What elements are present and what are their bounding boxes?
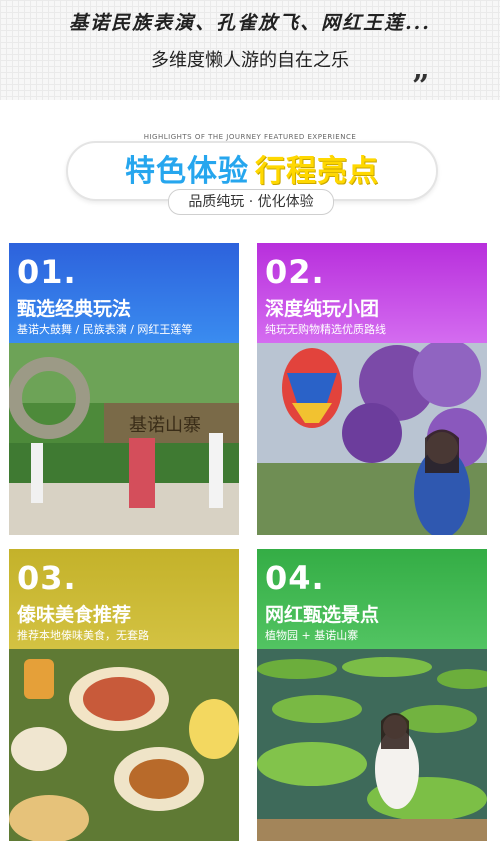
feature-card-4[interactable]: 04. 网红甄选景点 植物园 + 基诺山寨 [257,549,487,841]
quote-icon: ” [412,69,430,104]
card-desc: 基诺大鼓舞 / 民族表演 / 网红王莲等 [17,323,193,336]
card-photo-flowers [257,343,487,535]
headline: 基诺民族表演、孔雀放飞、网红王莲... [69,12,431,34]
card-title: 傣味美食推荐 [17,604,132,626]
feature-card-3[interactable]: 03. 傣味美食推荐 推荐本地傣味美食，无套路 [9,549,239,841]
village-sign-text: 基诺山寨 [129,415,201,436]
card-photo-lotus [257,649,487,841]
card-number: 03. [17,559,77,597]
banner-caption: HIGHLIGHTS OF THE JOURNEY FEATURED EXPER… [143,133,357,141]
card-number: 04. [265,559,325,597]
card-photo-food [9,649,239,841]
card-number: 01. [17,253,77,291]
feature-card-1[interactable]: 基诺山寨 01. 甄选经典玩法 基诺大鼓舞 / 民族表演 / 网红王莲等 [9,243,239,535]
banner-title: 特色体验 行程亮点 [66,146,438,190]
banner-title-part1: 特色体验 [125,154,249,189]
banner-subtitle: 品质纯玩 · 优化体验 [168,189,334,215]
feature-card-2[interactable]: 02. 深度纯玩小团 纯玩无购物精选优质路线 [257,243,487,535]
card-title: 甄选经典玩法 [17,298,132,320]
card-title: 深度纯玩小团 [265,298,380,320]
card-desc: 推荐本地傣味美食，无套路 [17,629,149,642]
card-desc: 纯玩无购物精选优质路线 [265,323,386,336]
banner-title-part2: 行程亮点 [255,154,379,189]
card-number: 02. [265,253,325,291]
card-desc: 植物园 + 基诺山寨 [265,629,359,642]
card-title: 网红甄选景点 [265,604,380,626]
card-photo-village: 基诺山寨 [9,343,239,535]
